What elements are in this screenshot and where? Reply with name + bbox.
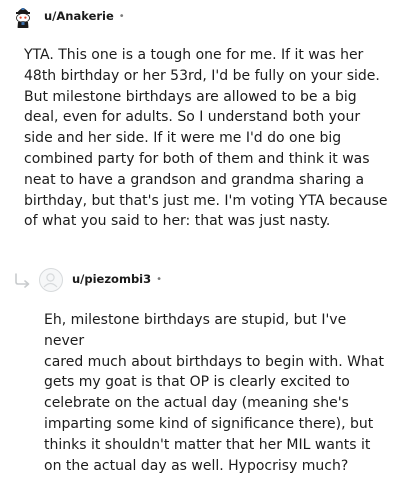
comment-author[interactable]: u/Anakerie [44, 11, 114, 23]
comment-header: u/Anakerie • [11, 4, 125, 30]
meta-separator: • [156, 274, 163, 285]
default-avatar-icon[interactable] [39, 268, 63, 292]
reply-arrow-icon [13, 272, 33, 288]
snoo-avatar-icon[interactable] [11, 5, 35, 29]
comment-body: YTA. This one is a tough one for me. If … [24, 47, 388, 230]
comment-author[interactable]: u/piezombi3 [72, 274, 151, 286]
reply-header: u/piezombi3 • [13, 267, 162, 293]
meta-separator: • [118, 11, 125, 22]
comment-body: Eh, milestone birthdays are stupid, but … [44, 312, 384, 474]
